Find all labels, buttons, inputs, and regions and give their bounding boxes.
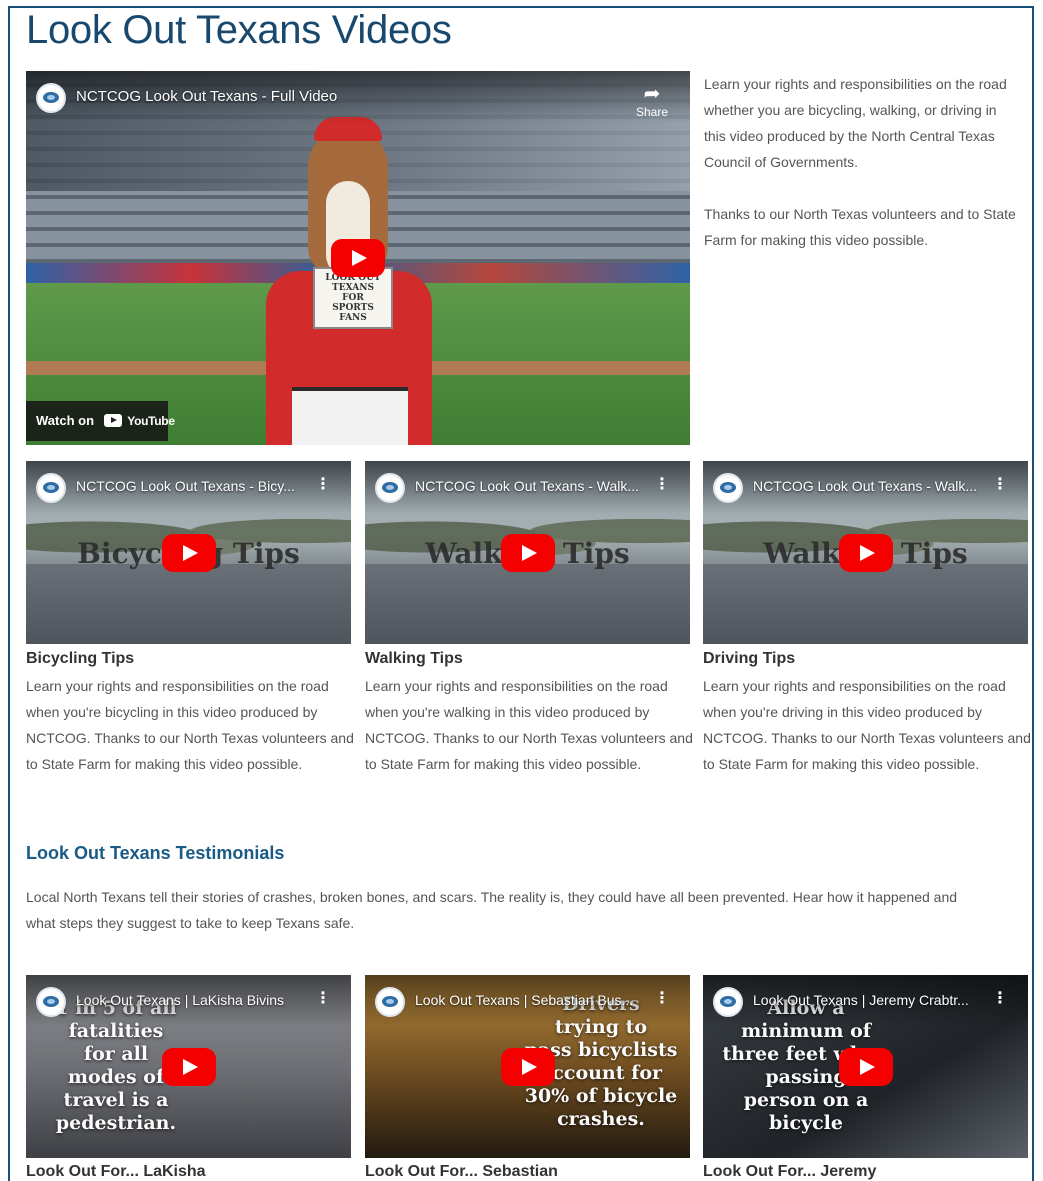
more-vertical-icon[interactable]: ⋮ [654,991,670,1007]
tips-description-driving: Learn your rights and responsibilities o… [703,678,1031,772]
video-title-link[interactable]: Look Out Texans | Jeremy Crabtr... [753,992,989,1008]
main-video-description-1: Learn your rights and responsibilities o… [704,76,1007,170]
testimonial-video-sebastian[interactable]: Drivers trying to pass bicyclists accoun… [365,975,690,1158]
tips-caption-driving: Driving Tips [703,650,796,667]
youtube-label: YouTube [127,414,175,428]
youtube-icon [103,414,122,427]
play-icon[interactable] [500,533,555,572]
watch-on-label: Watch on [36,413,95,428]
thumbnail-road [26,564,351,644]
nctcog-channel-logo-icon[interactable] [36,473,66,503]
tips-caption-walking: Walking Tips [365,650,463,667]
thumbnail-road [365,564,690,644]
play-icon[interactable] [838,1047,893,1086]
testimonials-description: Local North Texans tell their stories of… [26,889,958,931]
share-button[interactable]: ➦ Share [636,83,668,119]
tips-video-bicycling[interactable]: Bicycling Tips NCTCOG Look Out Texans - … [26,461,351,644]
video-title-link[interactable]: NCTCOG Look Out Texans - Walk... [753,478,989,494]
testimonial-video-lakisha[interactable]: 1 in 5 of all fatalities for all modes o… [26,975,351,1158]
main-video-description-2: Thanks to our North Texas volunteers and… [704,206,1016,248]
video-title-link[interactable]: NCTCOG Look Out Texans - Bicy... [76,478,312,494]
testimonials-heading: Look Out Texans Testimonials [26,843,285,863]
more-vertical-icon[interactable]: ⋮ [654,477,670,493]
play-icon[interactable] [161,533,216,572]
video-title-link[interactable]: NCTCOG Look Out Texans - Walk... [415,478,651,494]
main-video-description: Learn your rights and responsibilities o… [704,71,1022,253]
play-icon[interactable] [331,239,385,277]
mascot-pants [292,391,408,445]
testimonial-video-jeremy[interactable]: Allow a minimum of three feet when passi… [703,975,1028,1158]
video-title-link[interactable]: NCTCOG Look Out Texans - Full Video [76,88,376,105]
testimonial-caption-lakisha: Look Out For... LaKisha [26,1163,206,1180]
more-vertical-icon[interactable]: ⋮ [992,477,1008,493]
testimonial-caption-jeremy: Look Out For... Jeremy [703,1163,877,1180]
tips-caption-bicycling: Bicycling Tips [26,650,135,667]
play-icon[interactable] [161,1047,216,1086]
page-title: Look Out Texans Videos [26,8,452,52]
tips-video-driving[interactable]: Walking Tips NCTCOG Look Out Texans - Wa… [703,461,1028,644]
testimonial-caption-sebastian: Look Out For... Sebastian [365,1163,558,1180]
nctcog-channel-logo-icon[interactable] [36,83,66,113]
play-icon[interactable] [500,1047,555,1086]
video-title-link[interactable]: Look Out Texans | Sebastian Bus... [415,992,651,1008]
nctcog-channel-logo-icon[interactable] [713,987,743,1017]
watch-on-youtube-button[interactable]: Watch on YouTube [26,401,175,441]
nctcog-channel-logo-icon[interactable] [713,473,743,503]
share-label: Share [635,105,668,119]
more-vertical-icon[interactable]: ⋮ [315,991,331,1007]
tips-video-walking[interactable]: Walking Tips NCTCOG Look Out Texans - Wa… [365,461,690,644]
nctcog-channel-logo-icon[interactable] [375,987,405,1017]
play-icon[interactable] [838,533,893,572]
thumbnail-road [703,564,1028,644]
share-icon: ➦ [643,83,661,105]
more-vertical-icon[interactable]: ⋮ [992,991,1008,1007]
more-vertical-icon[interactable]: ⋮ [315,477,331,493]
tips-description-walking: Learn your rights and responsibilities o… [365,678,693,772]
nctcog-channel-logo-icon[interactable] [36,987,66,1017]
video-title-link[interactable]: Look Out Texans | LaKisha Bivins [76,992,312,1008]
main-video-player[interactable]: LOOK OUT TEXANS FOR SPORTS FANS NCTCOG L… [26,71,690,445]
nctcog-channel-logo-icon[interactable] [375,473,405,503]
tips-description-bicycling: Learn your rights and responsibilities o… [26,678,354,772]
